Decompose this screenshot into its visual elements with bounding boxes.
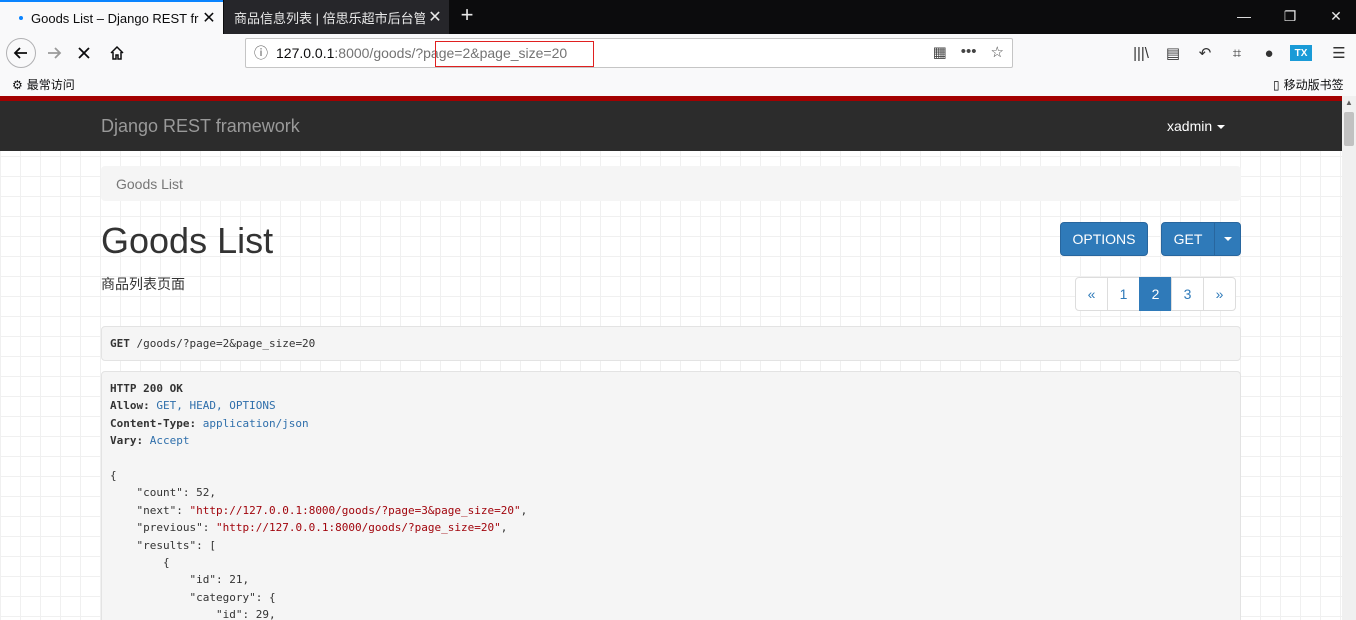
caret-down-icon [1223,237,1232,241]
tab-title: 商品信息列表 | 倍思乐超市后台管理 [234,10,425,26]
json-line: "category": { [110,590,276,604]
sidebar-icon[interactable]: ▤ [1162,42,1184,64]
request-method: GET [110,337,130,350]
json-line: "count": 52, [110,486,216,500]
screenshot-crop-icon[interactable]: ⌗ [1226,42,1248,64]
json-line: "next": "http://127.0.0.1:8000/goods/?pa… [110,503,528,517]
previous-page-link[interactable]: "http://127.0.0.1:8000/goods/?page_size=… [216,521,501,534]
tab-close-icon[interactable]: ✕ [199,8,219,28]
navigation-toolbar: ⓘ 127.0.0.1 :8000/goods/? page=2&page_si… [0,34,1356,72]
header-vary: Vary: Accept [110,434,190,448]
url-host: 127.0.0.1 [276,45,335,61]
chat-icon[interactable]: ● [1258,42,1280,64]
tab-goods-admin[interactable]: 商品信息列表 | 倍思乐超市后台管理 ✕ [224,0,449,34]
window-close-button[interactable]: ✕ [1313,0,1356,34]
page-description: 商品列表页面 [101,276,185,292]
json-line: { [110,469,117,483]
page-viewport: Django REST framework xadmin Goods List … [0,96,1342,620]
pagination-page-3[interactable]: 3 [1171,277,1204,311]
bookmark-label: 移动版书签 [1283,78,1344,92]
bookmark-label: 最常访问 [26,78,75,92]
options-button[interactable]: OPTIONS [1060,222,1148,256]
get-format-dropdown[interactable] [1214,222,1241,256]
mobile-device-icon: ▯ [1273,77,1280,92]
tab-bar: Goods List – Django REST framework ✕ 商品信… [0,0,1356,34]
gear-icon: ⚙ [12,77,23,92]
site-info-icon[interactable]: ⓘ [246,43,276,63]
scroll-up-arrow-icon[interactable]: ▲ [1342,98,1356,107]
stop-button[interactable] [70,39,98,67]
scrollbar-thumb[interactable] [1344,112,1354,146]
caret-down-icon [1217,125,1226,130]
header-allow: Allow: GET, HEAD, OPTIONS [110,399,276,413]
json-line: "previous": "http://127.0.0.1:8000/goods… [110,521,508,535]
stop-icon [78,47,90,59]
header-content-type: Content-Type: application/json [110,416,309,430]
tab-title: Goods List – Django REST framework [31,10,199,26]
address-bar[interactable]: ⓘ 127.0.0.1 :8000/goods/? page=2&page_si… [245,38,1013,68]
response-status: HTTP 200 OK [110,382,183,395]
tab-goods-list[interactable]: Goods List – Django REST framework ✕ [0,0,223,34]
response-body: HTTP 200 OK Allow: GET, HEAD, OPTIONS Cont… [101,371,1241,620]
bookmark-star-icon[interactable]: ☆ [991,43,1004,61]
tab-close-icon[interactable]: ✕ [425,7,445,27]
bookmarks-toolbar: ⚙ 最常访问 ▯ 移动版书签 [0,72,1356,96]
pagination-page-1[interactable]: 1 [1107,277,1140,311]
menu-icon[interactable]: ☰ [1328,42,1350,64]
page-title: Goods List [101,220,274,261]
pagination-next[interactable]: » [1203,277,1236,311]
back-arrow-icon [13,47,27,59]
json-line: "id": 29, [110,608,276,620]
page-actions-icon[interactable]: ••• [961,43,977,61]
loading-indicator-icon [19,16,23,20]
drf-navbar: Django REST framework xadmin [0,101,1342,151]
breadcrumb-item[interactable]: Goods List [116,176,183,192]
json-line: { [110,556,170,570]
home-icon [110,45,124,60]
undo-close-icon[interactable]: ↶ [1194,42,1216,64]
pagination: « 1 2 3 » [1075,277,1236,311]
url-query-highlight [435,41,594,67]
forward-button[interactable] [40,39,68,67]
back-button[interactable] [6,38,36,68]
mobile-bookmarks[interactable]: ▯ 移动版书签 [1273,76,1344,93]
user-dropdown[interactable]: xadmin [1167,118,1226,134]
translate-extension-icon[interactable]: TX [1290,45,1312,61]
url-path: :8000/goods/? [334,45,424,61]
home-button[interactable] [103,39,131,67]
most-visited-bookmark[interactable]: ⚙ 最常访问 [12,76,75,93]
library-icon[interactable]: |||\ [1130,42,1152,64]
request-path: /goods/?page=2&page_size=20 [129,337,316,350]
new-tab-button[interactable]: + [455,4,479,28]
json-line: "id": 21, [110,573,250,587]
next-page-link[interactable]: "http://127.0.0.1:8000/goods/?page=3&pag… [189,504,520,517]
qr-code-icon[interactable]: ▦ [933,43,947,61]
username: xadmin [1167,118,1213,134]
drf-brand-link[interactable]: Django REST framework [101,116,300,137]
forward-arrow-icon [48,47,62,59]
get-button[interactable]: GET [1161,222,1215,256]
request-info: GET /goods/?page=2&page_size=20 [101,326,1241,361]
pagination-prev[interactable]: « [1075,277,1108,311]
page-scrollbar[interactable]: ▲ [1342,96,1356,620]
json-line: "results": [ [110,538,216,552]
minimize-button[interactable]: — [1221,0,1267,34]
pagination-page-2[interactable]: 2 [1139,277,1172,311]
restore-button[interactable]: ❐ [1267,0,1313,34]
breadcrumb: Goods List [101,166,1241,201]
